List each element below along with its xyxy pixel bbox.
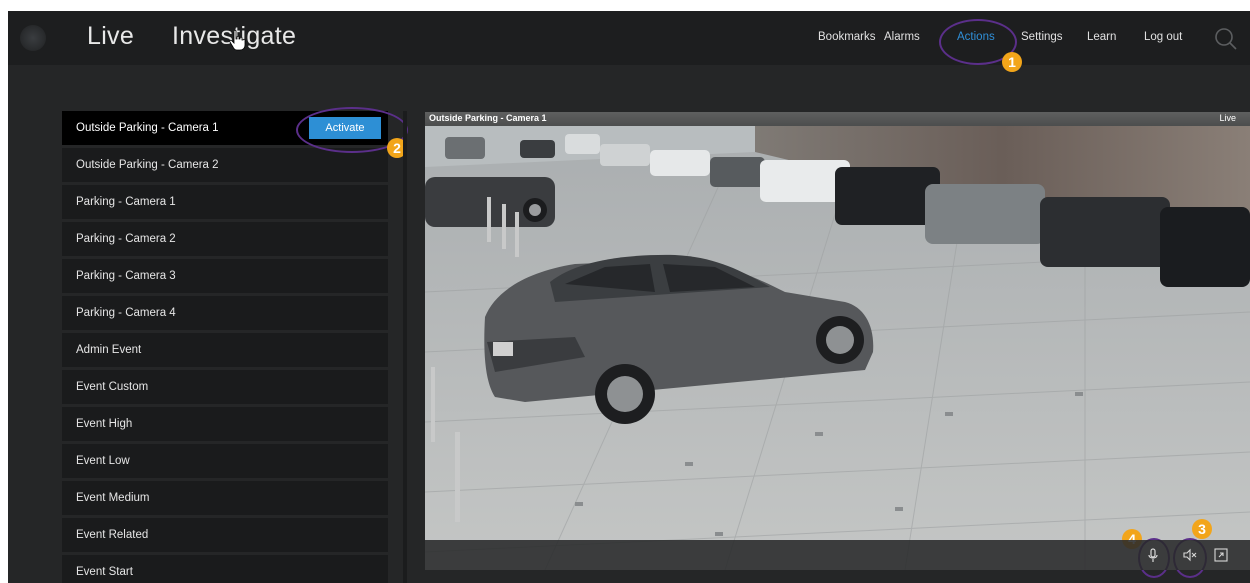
video-header: Outside Parking - Camera 1 Live — [425, 112, 1250, 126]
list-item[interactable]: Outside Parking - Camera 2 — [62, 148, 388, 182]
tab-live[interactable]: Live — [87, 22, 134, 51]
list-item[interactable]: Event Low — [62, 444, 388, 478]
list-item-label: Parking - Camera 1 — [76, 196, 176, 208]
live-status-label: Live — [1219, 113, 1236, 123]
list-item[interactable]: Admin Event — [62, 333, 388, 367]
fullscreen-icon[interactable] — [1213, 547, 1229, 563]
list-item-label: Admin Event — [76, 344, 142, 356]
list-item-label: Event Custom — [76, 381, 149, 393]
list-item[interactable]: Event Related — [62, 518, 388, 552]
list-item[interactable]: Parking - Camera 3 — [62, 259, 388, 293]
app-window: Live Investigate Bookmarks Alarms Action… — [8, 11, 1250, 583]
actions-list: Outside Parking - Camera 1 Activate Outs… — [62, 111, 388, 583]
pointer-cursor-icon — [229, 29, 246, 51]
nav-settings[interactable]: Settings — [1021, 31, 1063, 43]
list-item-label: Event Medium — [76, 492, 150, 504]
video-control-bar — [425, 540, 1250, 570]
list-item[interactable]: Event Start — [62, 555, 388, 583]
speaker-muted-icon[interactable] — [1182, 547, 1198, 563]
list-item-label: Outside Parking - Camera 1 — [76, 122, 219, 134]
search-icon[interactable] — [1214, 27, 1238, 51]
camera-feed-image — [425, 112, 1250, 570]
list-item[interactable]: Event Custom — [62, 370, 388, 404]
list-item-label: Parking - Camera 3 — [76, 270, 176, 282]
list-item-label: Event Related — [76, 529, 149, 541]
list-item-label: Event High — [76, 418, 133, 430]
microphone-icon[interactable] — [1145, 547, 1161, 563]
list-item[interactable]: Parking - Camera 2 — [62, 222, 388, 256]
nav-learn[interactable]: Learn — [1087, 31, 1116, 43]
callout-badge-3: 3 — [1192, 519, 1212, 539]
nav-log-out[interactable]: Log out — [1144, 31, 1182, 43]
list-item-label: Event Start — [76, 566, 133, 578]
list-item-label: Event Low — [76, 455, 130, 467]
nav-alarms[interactable]: Alarms — [884, 31, 920, 43]
logo — [20, 25, 46, 51]
panel-divider — [403, 111, 407, 583]
list-item-label: Outside Parking - Camera 2 — [76, 159, 219, 171]
list-item-label: Parking - Camera 2 — [76, 233, 176, 245]
video-camera-title: Outside Parking - Camera 1 — [429, 113, 547, 123]
list-item[interactable]: Event Medium — [62, 481, 388, 515]
callout-badge-1: 1 — [1002, 52, 1022, 72]
list-item[interactable]: Parking - Camera 1 — [62, 185, 388, 219]
nav-bookmarks[interactable]: Bookmarks — [818, 31, 876, 43]
top-bar: Live Investigate Bookmarks Alarms Action… — [8, 11, 1250, 65]
list-item-label: Parking - Camera 4 — [76, 307, 176, 319]
list-item[interactable]: Event High — [62, 407, 388, 441]
list-item[interactable]: Parking - Camera 4 — [62, 296, 388, 330]
camera-video-view[interactable]: Outside Parking - Camera 1 Live — [425, 112, 1250, 570]
